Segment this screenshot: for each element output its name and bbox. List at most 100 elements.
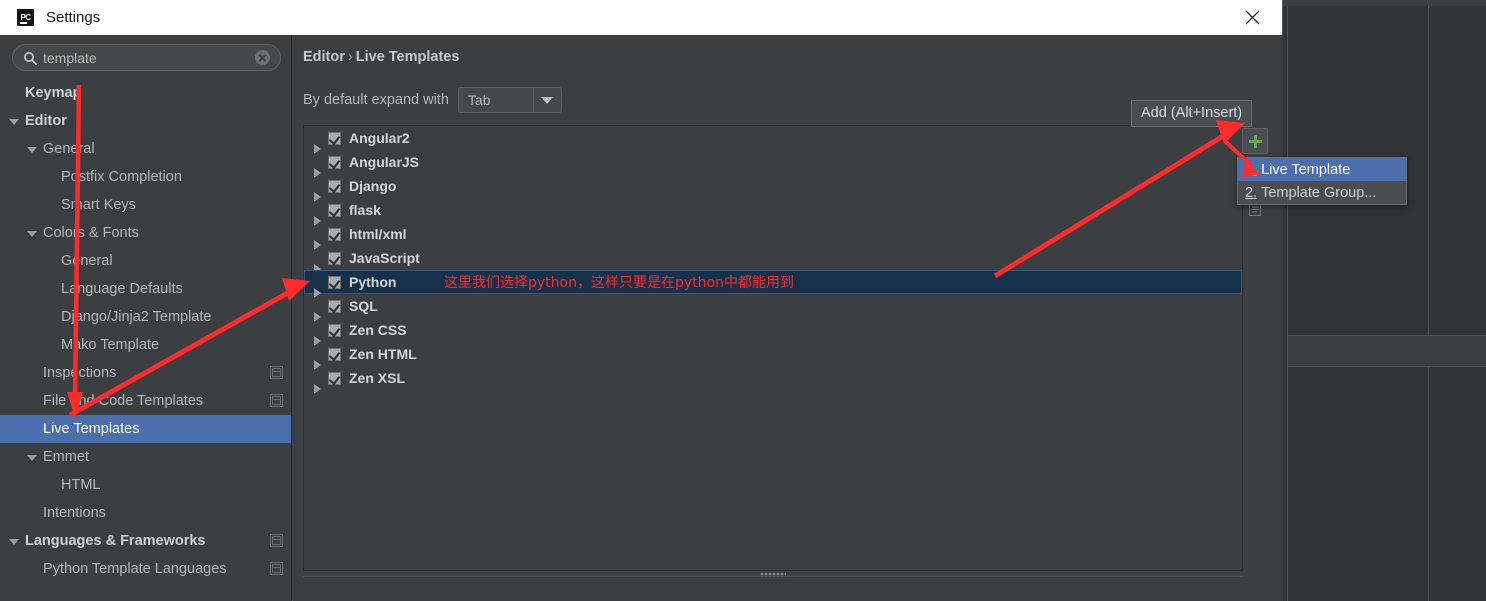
template-group-name: html/xml xyxy=(349,226,407,242)
sidebar-item-file-and-code-templates[interactable]: File and Code Templates xyxy=(0,387,291,415)
template-group-checkbox[interactable] xyxy=(328,179,341,193)
chevron-down-icon[interactable] xyxy=(26,143,39,156)
template-group-name: Zen CSS xyxy=(349,322,407,338)
chevron-down-icon[interactable] xyxy=(26,227,39,240)
sidebar-item-language-defaults[interactable]: Language Defaults xyxy=(0,275,291,303)
sidebar-item-label: Colors & Fonts xyxy=(43,225,139,241)
template-group-row[interactable]: Python 这里我们选择python，这样只要是在python中都能用到 xyxy=(304,270,1242,298)
clear-icon[interactable] xyxy=(255,50,270,65)
settings-sidebar: template Keymap Editor General Postfix Comp… xyxy=(0,35,292,601)
sidebar-item-label: File and Code Templates xyxy=(43,393,204,409)
template-group-row[interactable]: Django xyxy=(304,174,1242,202)
sidebar-item-general[interactable]: General xyxy=(0,247,291,275)
template-group-row[interactable]: Zen CSS xyxy=(304,318,1242,346)
template-group-row[interactable]: Zen XSL xyxy=(304,366,1242,394)
template-group-row[interactable]: html/xml xyxy=(304,222,1242,250)
sidebar-item-label: Smart Keys xyxy=(61,197,136,213)
sidebar-item-mako-template[interactable]: Mako Template xyxy=(0,331,291,359)
template-group-checkbox[interactable] xyxy=(328,371,341,385)
template-group-checkbox[interactable] xyxy=(328,251,341,265)
add-popup-menu[interactable]: 1. Live Template 2. Template Group... xyxy=(1237,157,1407,205)
chevron-down-icon[interactable] xyxy=(532,88,561,112)
settings-tree: Keymap Editor General Postfix Completion Sma… xyxy=(0,79,291,583)
popup-menu-item-label: Template Group... xyxy=(1261,184,1377,201)
sidebar-item-editor[interactable]: Editor xyxy=(0,107,291,135)
popup-menu-item-number: 1. xyxy=(1245,161,1258,178)
bg-editor-panel xyxy=(1286,6,1486,601)
bg-highlight-row xyxy=(1288,336,1486,366)
sidebar-item-html[interactable]: HTML xyxy=(0,471,291,499)
popup-menu-item[interactable]: 2. Template Group... xyxy=(1238,181,1406,204)
sidebar-item-python-template-languages[interactable]: Python Template Languages xyxy=(0,555,291,583)
template-group-checkbox[interactable] xyxy=(328,203,341,217)
add-button-tooltip: Add (Alt+Insert) xyxy=(1131,100,1253,127)
template-group-row[interactable]: JavaScript xyxy=(304,246,1242,274)
bg-row-bottom-line xyxy=(1288,366,1486,367)
chevron-down-icon[interactable] xyxy=(8,115,21,128)
sidebar-item-django-jinja2-template[interactable]: Django/Jinja2 Template xyxy=(0,303,291,331)
chevron-down-icon[interactable] xyxy=(8,535,21,548)
project-scope-icon xyxy=(270,366,283,379)
close-icon[interactable] xyxy=(1230,0,1274,35)
chevron-down-icon[interactable] xyxy=(26,451,39,464)
expand-with-label: By default expand with xyxy=(303,92,449,108)
template-group-name: AngularJS xyxy=(349,154,420,170)
sidebar-item-general[interactable]: General xyxy=(0,135,291,163)
sidebar-item-smart-keys[interactable]: Smart Keys xyxy=(0,191,291,219)
template-group-row[interactable]: AngularJS xyxy=(304,150,1242,178)
sidebar-item-languages-frameworks[interactable]: Languages & Frameworks xyxy=(0,527,291,555)
sidebar-item-label: Editor xyxy=(25,113,67,129)
dialog-titlebar: PC Settings xyxy=(0,0,1282,35)
sidebar-item-label: Languages & Frameworks xyxy=(25,533,206,549)
template-group-checkbox[interactable] xyxy=(328,323,341,337)
search-wrapper: template xyxy=(0,35,291,71)
popup-menu-item[interactable]: 1. Live Template xyxy=(1238,158,1406,181)
sidebar-item-colors-fonts[interactable]: Colors & Fonts xyxy=(0,219,291,247)
breadcrumb: Editor › Live Templates xyxy=(303,49,459,65)
sidebar-item-label: Mako Template xyxy=(61,337,160,353)
project-scope-icon xyxy=(270,562,283,575)
bg-divider-right xyxy=(1428,6,1429,601)
sidebar-item-label: HTML xyxy=(61,477,101,493)
add-template-button[interactable] xyxy=(1242,128,1268,154)
template-group-checkbox[interactable] xyxy=(328,131,341,145)
sidebar-item-emmet[interactable]: Emmet xyxy=(0,443,291,471)
sidebar-item-label: Emmet xyxy=(43,449,89,465)
popup-menu-item-label: Live Template xyxy=(1261,161,1351,178)
expand-with-select[interactable]: Tab xyxy=(457,87,562,113)
sidebar-item-label: General xyxy=(61,253,113,269)
template-group-row[interactable]: SQL xyxy=(304,294,1242,322)
sidebar-item-inspections[interactable]: Inspections xyxy=(0,359,291,387)
template-group-name: Zen XSL xyxy=(349,370,406,386)
template-group-row[interactable]: Angular2 xyxy=(304,126,1242,154)
sidebar-item-live-templates[interactable]: Live Templates xyxy=(0,415,291,443)
sidebar-item-postfix-completion[interactable]: Postfix Completion xyxy=(0,163,291,191)
template-group-checkbox[interactable] xyxy=(328,299,341,313)
template-group-list[interactable]: Angular2 AngularJS Django flask html/xml Java… xyxy=(303,125,1243,571)
screen: PC Settings template Keymap Editor General… xyxy=(0,0,1486,601)
template-group-row[interactable]: Zen HTML xyxy=(304,342,1242,370)
sidebar-item-label: Inspections xyxy=(43,365,117,381)
breadcrumb-parent[interactable]: Editor xyxy=(303,49,345,65)
breadcrumb-current: Live Templates xyxy=(355,49,460,65)
template-group-row[interactable]: flask xyxy=(304,198,1242,226)
splitter-handle[interactable] xyxy=(303,571,1243,578)
search-input[interactable]: template xyxy=(12,44,281,71)
template-group-checkbox[interactable] xyxy=(328,275,341,289)
template-group-checkbox[interactable] xyxy=(328,227,341,241)
search-icon xyxy=(23,51,37,65)
add-plus-icon xyxy=(1248,134,1262,148)
sidebar-item-intentions[interactable]: Intentions xyxy=(0,499,291,527)
template-group-name: Django xyxy=(349,178,397,194)
template-group-checkbox[interactable] xyxy=(328,347,341,361)
template-group-checkbox[interactable] xyxy=(328,155,341,169)
grip-dots-icon xyxy=(760,572,786,577)
sidebar-item-keymap[interactable]: Keymap xyxy=(0,79,291,107)
